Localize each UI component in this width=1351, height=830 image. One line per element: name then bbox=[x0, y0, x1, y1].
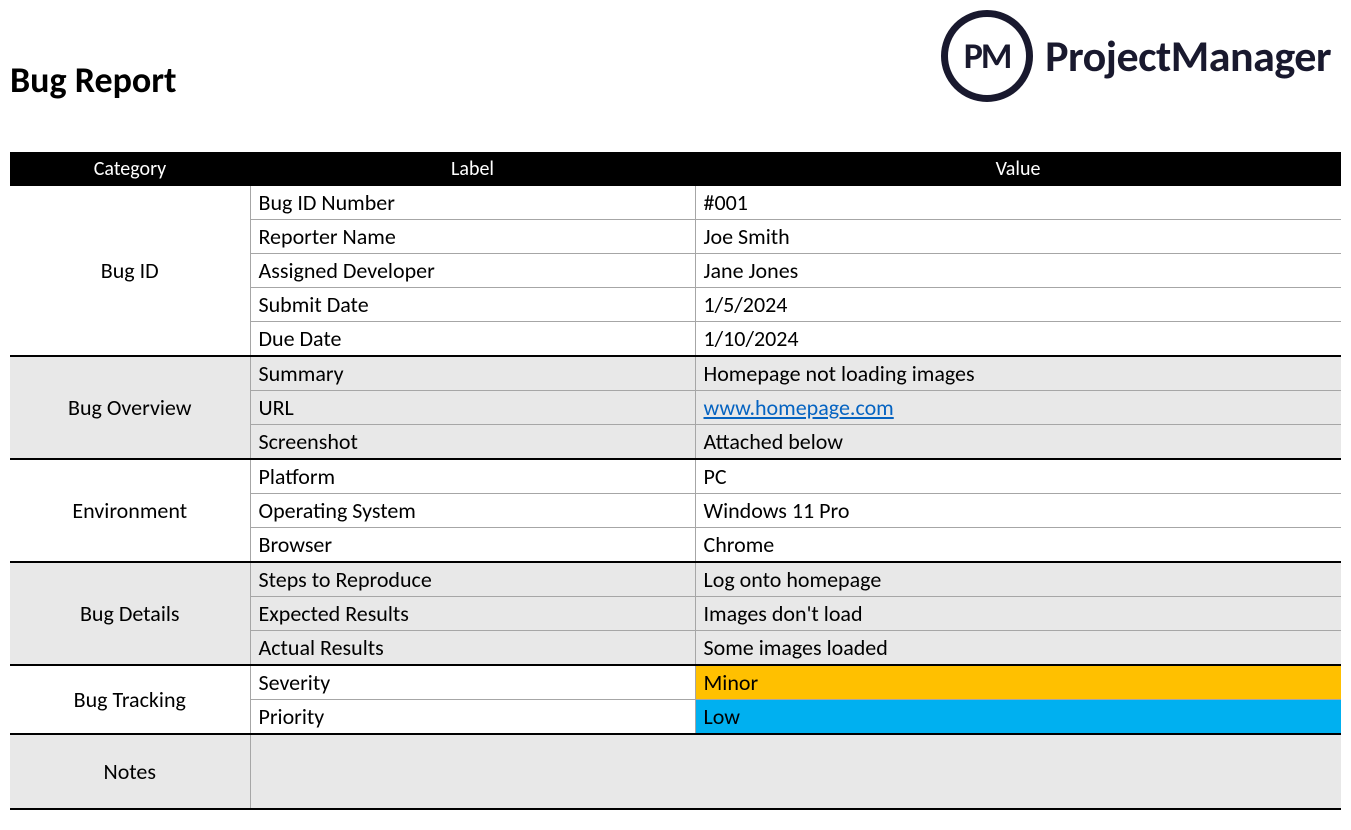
value-cell: Log onto homepage bbox=[695, 562, 1341, 597]
page-title: Bug Report bbox=[10, 58, 177, 102]
logo-icon: PM bbox=[941, 10, 1033, 102]
value-cell: 1/5/2024 bbox=[695, 288, 1341, 322]
label-cell: Platform bbox=[250, 459, 695, 494]
document-header: Bug Report PM ProjectManager bbox=[10, 20, 1341, 102]
value-cell: Minor bbox=[695, 665, 1341, 700]
label-cell: Screenshot bbox=[250, 425, 695, 460]
notes-row: Notes bbox=[10, 734, 1341, 809]
value-cell: Images don't load bbox=[695, 597, 1341, 631]
label-cell: Severity bbox=[250, 665, 695, 700]
label-cell: Submit Date bbox=[250, 288, 695, 322]
table-row: Bug OverviewSummaryHomepage not loading … bbox=[10, 356, 1341, 391]
notes-category-cell: Notes bbox=[10, 734, 250, 809]
table-header-row: Category Label Value bbox=[10, 153, 1341, 185]
value-cell: #001 bbox=[695, 185, 1341, 220]
label-cell: Steps to Reproduce bbox=[250, 562, 695, 597]
category-cell: Environment bbox=[10, 459, 250, 562]
label-cell: Reporter Name bbox=[250, 220, 695, 254]
value-cell: Jane Jones bbox=[695, 254, 1341, 288]
category-cell: Bug Details bbox=[10, 562, 250, 665]
table-row: Bug DetailsSteps to ReproduceLog onto ho… bbox=[10, 562, 1341, 597]
logo-brand-text: ProjectManager bbox=[1045, 29, 1331, 83]
value-cell: 1/10/2024 bbox=[695, 322, 1341, 357]
label-cell: Due Date bbox=[250, 322, 695, 357]
label-cell: Summary bbox=[250, 356, 695, 391]
table-row: Bug IDBug ID Number#001 bbox=[10, 185, 1341, 220]
category-cell: Bug Tracking bbox=[10, 665, 250, 734]
label-cell: Actual Results bbox=[250, 631, 695, 666]
value-cell: PC bbox=[695, 459, 1341, 494]
url-link[interactable]: www.homepage.com bbox=[704, 394, 894, 421]
header-label: Label bbox=[250, 153, 695, 185]
value-cell: Attached below bbox=[695, 425, 1341, 460]
label-cell: Bug ID Number bbox=[250, 185, 695, 220]
notes-value-cell bbox=[250, 734, 1341, 809]
value-cell: Windows 11 Pro bbox=[695, 494, 1341, 528]
value-cell: Some images loaded bbox=[695, 631, 1341, 666]
label-cell: Assigned Developer bbox=[250, 254, 695, 288]
logo-initials: PM bbox=[964, 34, 1011, 78]
label-cell: Operating System bbox=[250, 494, 695, 528]
label-cell: URL bbox=[250, 391, 695, 425]
table-row: Bug TrackingSeverityMinor bbox=[10, 665, 1341, 700]
label-cell: Expected Results bbox=[250, 597, 695, 631]
value-cell: Low bbox=[695, 700, 1341, 735]
value-cell: Joe Smith bbox=[695, 220, 1341, 254]
bug-report-table: Category Label Value Bug IDBug ID Number… bbox=[10, 152, 1341, 810]
label-cell: Browser bbox=[250, 528, 695, 563]
label-cell: Priority bbox=[250, 700, 695, 735]
table-row: EnvironmentPlatformPC bbox=[10, 459, 1341, 494]
value-cell: Chrome bbox=[695, 528, 1341, 563]
value-cell: Homepage not loading images bbox=[695, 356, 1341, 391]
header-category: Category bbox=[10, 153, 250, 185]
header-value: Value bbox=[695, 153, 1341, 185]
brand-logo: PM ProjectManager bbox=[941, 10, 1331, 102]
category-cell: Bug Overview bbox=[10, 356, 250, 459]
category-cell: Bug ID bbox=[10, 185, 250, 356]
value-cell[interactable]: www.homepage.com bbox=[695, 391, 1341, 425]
